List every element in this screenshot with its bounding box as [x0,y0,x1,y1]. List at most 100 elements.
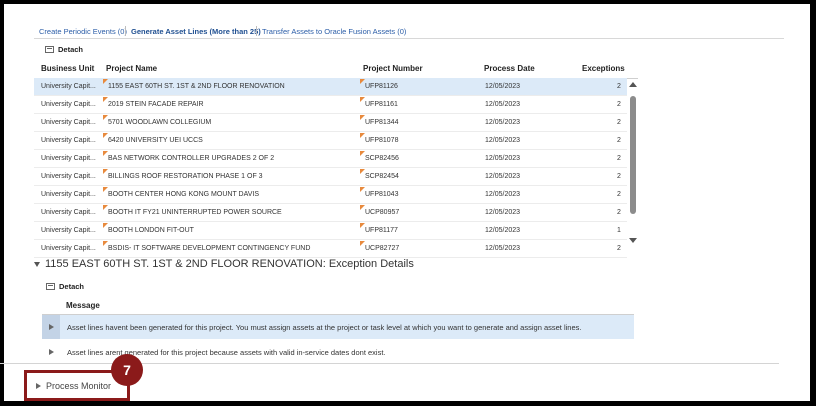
scroll-up-icon[interactable] [629,82,637,87]
cell-business-unit: University Capit... [41,209,96,216]
main-content: Create Periodic Events (0) Generate Asse… [34,14,809,399]
detach-label: Detach [58,45,84,54]
tab-transfer-assets[interactable]: Transfer Assets to Oracle Fusion Assets … [262,27,406,36]
table-row[interactable]: University Capit... BAS NETWORK CONTROLL… [34,150,627,168]
cell-exceptions: 2 [617,83,621,90]
cell-project-number: UCP82727 [365,245,400,252]
exception-details-header[interactable]: 1155 EAST 60TH ST. 1ST & 2ND FLOOR RENOV… [34,258,414,270]
cell-project-number: SCP82454 [365,173,399,180]
detach-button[interactable]: Detach [45,45,83,54]
exception-message: Asset lines havent been generated for th… [67,323,582,332]
table-row[interactable]: University Capit... BOOTH IT FY21 UNINTE… [34,204,627,222]
cell-project-name: 1155 EAST 60TH ST. 1ST & 2ND FLOOR RENOV… [108,83,285,90]
column-message[interactable]: Message [66,301,100,310]
cell-business-unit: University Capit... [41,137,96,144]
table-row[interactable]: University Capit... BOOTH LONDON FIT-OUT… [34,222,627,240]
row-expander[interactable] [42,315,60,339]
cell-project-name: 2019 STEIN FACADE REPAIR [108,101,204,108]
projects-table-body: University Capit... 1155 EAST 60TH ST. 1… [34,78,627,258]
tab-generate-asset-lines[interactable]: Generate Asset Lines (More than 25) [131,27,261,36]
tab-separator [125,26,126,36]
cell-project-name: 6420 UNIVERSITY UEI UCCS [108,137,203,144]
table-scrollbar[interactable] [627,78,638,248]
cell-process-date: 12/05/2023 [485,227,521,234]
cell-project-name: BOOTH CENTER HONG KONG MOUNT DAVIS [108,191,260,198]
cell-process-date: 12/05/2023 [485,101,521,108]
scroll-thumb[interactable] [630,96,636,214]
table-row[interactable]: University Capit... 5701 WOODLAWN COLLEG… [34,114,627,132]
detach-icon [46,283,55,290]
cell-process-date: 12/05/2023 [485,173,521,180]
tab-create-periodic-events[interactable]: Create Periodic Events (0) [39,27,127,36]
exception-detach-button[interactable]: Detach [46,282,84,291]
process-monitor-label: Process Monitor [46,380,112,391]
cell-business-unit: University Capit... [41,191,96,198]
cell-project-name: BILLINGS ROOF RESTORATION PHASE 1 OF 3 [108,173,263,180]
cell-exceptions: 2 [617,191,621,198]
cell-exceptions: 2 [617,137,621,144]
cell-business-unit: University Capit... [41,245,96,252]
detach-label: Detach [59,282,85,291]
cell-process-date: 12/05/2023 [485,155,521,162]
projects-table-header: Business Unit Project Name Project Numbe… [34,61,638,79]
cell-project-number: SCP82456 [365,155,399,162]
expand-triangle-icon [48,349,54,355]
screenshot-frame: Create Periodic Events (0) Generate Asse… [0,0,816,406]
cell-exceptions: 2 [617,119,621,126]
scroll-down-icon[interactable] [629,238,637,243]
cell-process-date: 12/05/2023 [485,209,521,216]
cell-business-unit: University Capit... [41,227,96,234]
cell-project-name: 5701 WOODLAWN COLLEGIUM [108,119,212,126]
column-project-number[interactable]: Project Number [363,64,423,73]
exception-row[interactable]: Asset lines havent been generated for th… [42,315,634,339]
table-row[interactable]: University Capit... 2019 STEIN FACADE RE… [34,96,627,114]
expand-triangle-icon [36,382,41,389]
cell-project-name: BOOTH LONDON FIT-OUT [108,227,194,234]
cell-exceptions: 2 [617,101,621,108]
table-row[interactable]: University Capit... BSDIS- IT SOFTWARE D… [34,240,627,258]
cell-business-unit: University Capit... [41,101,96,108]
cell-project-name: BSDIS- IT SOFTWARE DEVELOPMENT CONTINGEN… [108,245,311,252]
table-row[interactable]: University Capit... BILLINGS ROOF RESTOR… [34,168,627,186]
table-row[interactable]: University Capit... 6420 UNIVERSITY UEI … [34,132,627,150]
cell-business-unit: University Capit... [41,119,96,126]
column-project-name[interactable]: Project Name [106,64,157,73]
cell-exceptions: 2 [617,209,621,216]
cell-business-unit: University Capit... [41,155,96,162]
expand-triangle-icon [48,324,54,330]
cell-project-number: UFP81161 [365,101,398,108]
detach-icon [45,46,54,53]
cell-exceptions: 2 [617,155,621,162]
cell-project-number: UFP81126 [365,83,398,90]
cell-process-date: 12/05/2023 [485,245,521,252]
cell-process-date: 12/05/2023 [485,83,521,90]
table-row[interactable]: University Capit... 1155 EAST 60TH ST. 1… [34,78,627,96]
table-row[interactable]: University Capit... BOOTH CENTER HONG KO… [34,186,627,204]
cell-exceptions: 2 [617,245,621,252]
exception-message: Asset lines arent generated for this pro… [67,348,386,357]
cell-project-number: UFP81078 [365,137,399,144]
cell-business-unit: University Capit... [41,173,96,180]
cell-process-date: 12/05/2023 [485,137,521,144]
tab-separator [256,26,257,36]
cell-business-unit: University Capit... [41,83,96,90]
cell-project-number: UFP81177 [365,227,398,234]
cell-project-number: UFP81344 [365,119,399,126]
cell-exceptions: 1 [617,227,621,234]
exception-table-header: Message [42,298,634,315]
cell-project-number: UFP81043 [365,191,399,198]
column-process-date[interactable]: Process Date [484,64,535,73]
row-expander[interactable] [42,340,60,364]
column-exceptions[interactable]: Exceptions [582,64,625,73]
collapse-triangle-icon[interactable] [34,261,40,267]
cell-project-name: BOOTH IT FY21 UNINTERRUPTED POWER SOURCE [108,209,282,216]
cell-exceptions: 2 [617,173,621,180]
callout-badge: 7 [111,354,143,386]
cell-project-number: UCP80957 [365,209,400,216]
cell-process-date: 12/05/2023 [485,191,521,198]
cell-project-name: BAS NETWORK CONTROLLER UPGRADES 2 OF 2 [108,155,275,162]
column-business-unit[interactable]: Business Unit [41,64,94,73]
task-tabs-bar: Create Periodic Events (0) Generate Asse… [34,14,784,39]
exception-details-title: 1155 EAST 60TH ST. 1ST & 2ND FLOOR RENOV… [45,258,414,270]
cell-process-date: 12/05/2023 [485,119,521,126]
